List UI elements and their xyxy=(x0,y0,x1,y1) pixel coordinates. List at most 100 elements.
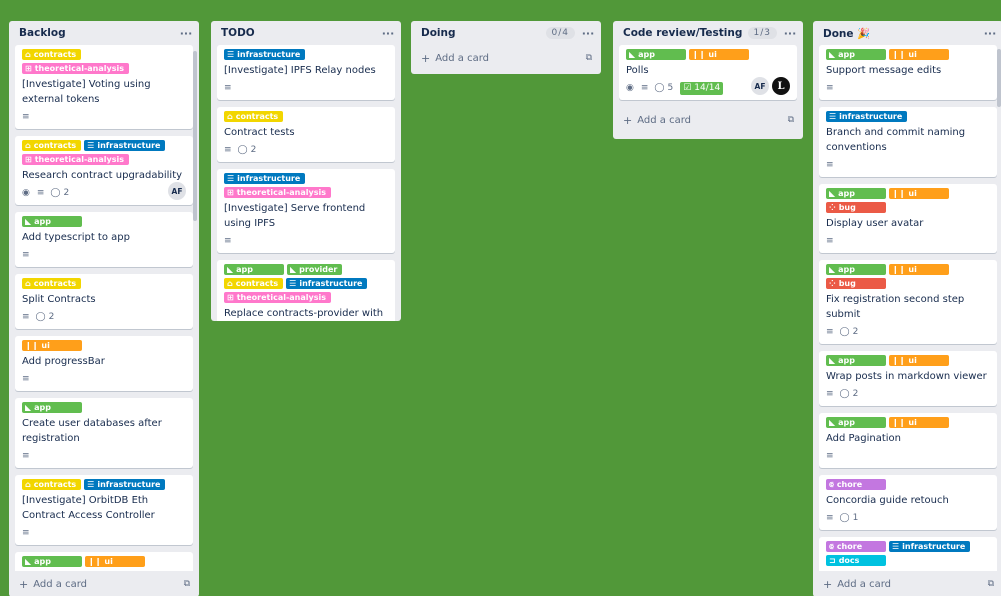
card[interactable]: ⌂ contracts Contract tests ≡ ◯ 2 xyxy=(217,107,395,162)
card[interactable]: ☰ infrastructure ⊞ theoretical-analysis [Inv… xyxy=(217,169,395,253)
scrollbar[interactable] xyxy=(193,51,197,221)
label-ui[interactable]: ❙❙ ui xyxy=(889,355,949,366)
card[interactable]: ◣ app ❙❙ ui Support message edits ≡ xyxy=(819,45,997,100)
label-infrastructure[interactable]: ☰ infrastructure xyxy=(224,173,306,184)
label-app[interactable]: ◣ app xyxy=(626,49,686,60)
card[interactable]: ⟃ chore Concordia guide retouch ≡ ◯ 1 xyxy=(819,475,997,530)
card[interactable]: ◣ app Create user databases after registra… xyxy=(15,398,193,468)
label-ui[interactable]: ❙❙ ui xyxy=(85,556,145,567)
add-card-button[interactable]: + Add a card ⧉ xyxy=(613,107,803,133)
card-labels: ⌂ contracts ☰ infrastructure ⊞ theoretical-an… xyxy=(22,140,186,165)
card-badges: ≡ xyxy=(224,81,388,95)
list-title[interactable]: Code review/Testing xyxy=(623,27,748,39)
card[interactable]: ⌂ contracts ⊞ theoretical-analysis [Investig… xyxy=(15,45,193,129)
label-theoretical[interactable]: ⊞ theoretical-analysis xyxy=(224,187,331,198)
list-menu-icon[interactable]: ··· xyxy=(581,27,595,40)
card-template-icon[interactable]: ⧉ xyxy=(586,53,592,63)
label-ui[interactable]: ❙❙ ui xyxy=(889,188,949,199)
label-ui[interactable]: ❙❙ ui xyxy=(689,49,749,60)
label-infrastructure[interactable]: ☰ infrastructure xyxy=(84,479,166,490)
ui-label-icon: ❙❙ xyxy=(892,418,906,427)
avatar[interactable]: AF xyxy=(751,77,769,95)
card[interactable]: ◣ app ❙❙ ui Polls ◉ ≡ ◯ 5 ☑ 14/14 L AF xyxy=(619,45,797,100)
label-ui[interactable]: ❙❙ ui xyxy=(889,264,949,275)
card-template-icon[interactable]: ⧉ xyxy=(988,579,994,589)
label-ui[interactable]: ❙❙ ui xyxy=(889,49,949,60)
label-contracts[interactable]: ⌂ contracts xyxy=(224,111,284,122)
label-provider[interactable]: ◣ provider xyxy=(287,264,343,275)
infrastructure-label-icon: ☰ xyxy=(87,141,95,150)
card[interactable]: ⌂ contracts ☰ infrastructure ⊞ theoretical-an… xyxy=(15,136,193,205)
label-app[interactable]: ◣ app xyxy=(826,417,886,428)
list-menu-icon[interactable]: ··· xyxy=(983,27,997,40)
list-title[interactable]: TODO xyxy=(221,27,381,39)
checklist-count: 14/14 xyxy=(694,83,721,93)
label-contracts[interactable]: ⌂ contracts xyxy=(22,479,82,490)
label-bug[interactable]: ⁘ bug xyxy=(826,278,886,289)
list-menu-icon[interactable]: ··· xyxy=(179,27,193,40)
list-title[interactable]: Done 🎉 xyxy=(823,27,983,40)
card-title: [Investigate] OrbitDB Eth Contract Acces… xyxy=(22,495,155,521)
card[interactable]: ☰ infrastructure [Investigate] IPFS Relay … xyxy=(217,45,395,100)
add-card-button[interactable]: + Add a card ⧉ xyxy=(411,45,601,71)
add-card-button[interactable]: + Add a card ⧉ xyxy=(9,571,199,596)
add-card-button[interactable]: + Add a card ⧉ xyxy=(813,571,1001,596)
label-infrastructure[interactable]: ☰ infrastructure xyxy=(826,111,908,122)
comment-icon: ◯ xyxy=(839,513,850,523)
label-app[interactable]: ◣ app xyxy=(826,188,886,199)
label-contracts[interactable]: ⌂ contracts xyxy=(22,278,82,289)
avatar[interactable]: L xyxy=(772,77,790,95)
provider-label-icon: ◣ xyxy=(290,265,297,274)
label-theoretical[interactable]: ⊞ theoretical-analysis xyxy=(22,154,129,165)
card[interactable]: ◣ app Add typescript to app ≡ xyxy=(15,212,193,267)
label-chore[interactable]: ⟃ chore xyxy=(826,479,886,490)
label-app[interactable]: ◣ app xyxy=(826,49,886,60)
ui-label-icon: ❙❙ xyxy=(892,189,906,198)
label-infrastructure[interactable]: ☰ infrastructure xyxy=(224,49,306,60)
list-menu-icon[interactable]: ··· xyxy=(381,27,395,40)
card-labels: ⟃ chore xyxy=(826,479,990,490)
comments-badge: ◯ 2 xyxy=(36,312,55,322)
list-title[interactable]: Doing xyxy=(421,27,546,39)
label-text: infrastructure xyxy=(237,174,301,183)
label-app[interactable]: ◣ app xyxy=(22,556,82,567)
card-template-icon[interactable]: ⧉ xyxy=(788,115,794,125)
card-badges: ≡ xyxy=(22,372,186,386)
avatar[interactable]: AF xyxy=(168,182,186,200)
card[interactable]: ◣ app ❙❙ ui Wrap posts in markdown viewer ≡ ◯ 2 xyxy=(819,351,997,406)
label-contracts[interactable]: ⌂ contracts xyxy=(22,140,82,151)
label-infrastructure[interactable]: ☰ infrastructure xyxy=(286,278,368,289)
label-infrastructure[interactable]: ☰ infrastructure xyxy=(889,541,971,552)
list-title[interactable]: Backlog xyxy=(19,27,179,39)
card[interactable]: ☰ infrastructure Branch and commit naming … xyxy=(819,107,997,177)
card[interactable]: ❙❙ ui Add progressBar ≡ xyxy=(15,336,193,391)
card[interactable]: ◣ app ❙❙ ui Add Pagination ≡ xyxy=(819,413,997,468)
label-ui[interactable]: ❙❙ ui xyxy=(22,340,82,351)
card[interactable]: ◣ app ◣ provider ⌂ contracts ☰ infrastructure ⊞ t… xyxy=(217,260,395,321)
card-template-icon[interactable]: ⧉ xyxy=(184,579,190,589)
label-contracts[interactable]: ⌂ contracts xyxy=(224,278,284,289)
card[interactable]: ◣ app ❙❙ ui ⁘ bug Fix registration second step… xyxy=(819,260,997,344)
label-contracts[interactable]: ⌂ contracts xyxy=(22,49,82,60)
comments-badge: ◯ 2 xyxy=(840,389,859,399)
card[interactable]: ⟃chore☰infrastructure⊐docsCreate separat… xyxy=(819,537,997,571)
label-theoretical[interactable]: ⊞ theoretical-analysis xyxy=(22,63,129,74)
label-bug[interactable]: ⁘ bug xyxy=(826,202,886,213)
label-theoretical[interactable]: ⊞ theoretical-analysis xyxy=(224,292,331,303)
label-app[interactable]: ◣ app xyxy=(224,264,284,275)
list-menu-icon[interactable]: ··· xyxy=(783,27,797,40)
label-app[interactable]: ◣ app xyxy=(826,355,886,366)
scrollbar[interactable] xyxy=(997,49,1001,107)
label-docs[interactable]: ⊐ docs xyxy=(826,555,886,566)
label-ui[interactable]: ❙❙ ui xyxy=(889,417,949,428)
card[interactable]: ⌂ contracts ☰ infrastructure [Investigate] O… xyxy=(15,475,193,545)
card[interactable]: ◣ app ❙❙ ui ⁘ bug Display user avatar ≡ xyxy=(819,184,997,253)
bug-label-icon: ⁘ xyxy=(829,279,836,288)
label-chore[interactable]: ⟃ chore xyxy=(826,541,886,552)
card[interactable]: ◣ app ❙❙ ui xyxy=(15,552,193,571)
label-infrastructure[interactable]: ☰ infrastructure xyxy=(84,140,166,151)
label-app[interactable]: ◣ app xyxy=(826,264,886,275)
label-app[interactable]: ◣ app xyxy=(22,216,82,227)
label-app[interactable]: ◣ app xyxy=(22,402,82,413)
card[interactable]: ⌂ contracts Split Contracts ≡ ◯ 2 xyxy=(15,274,193,329)
